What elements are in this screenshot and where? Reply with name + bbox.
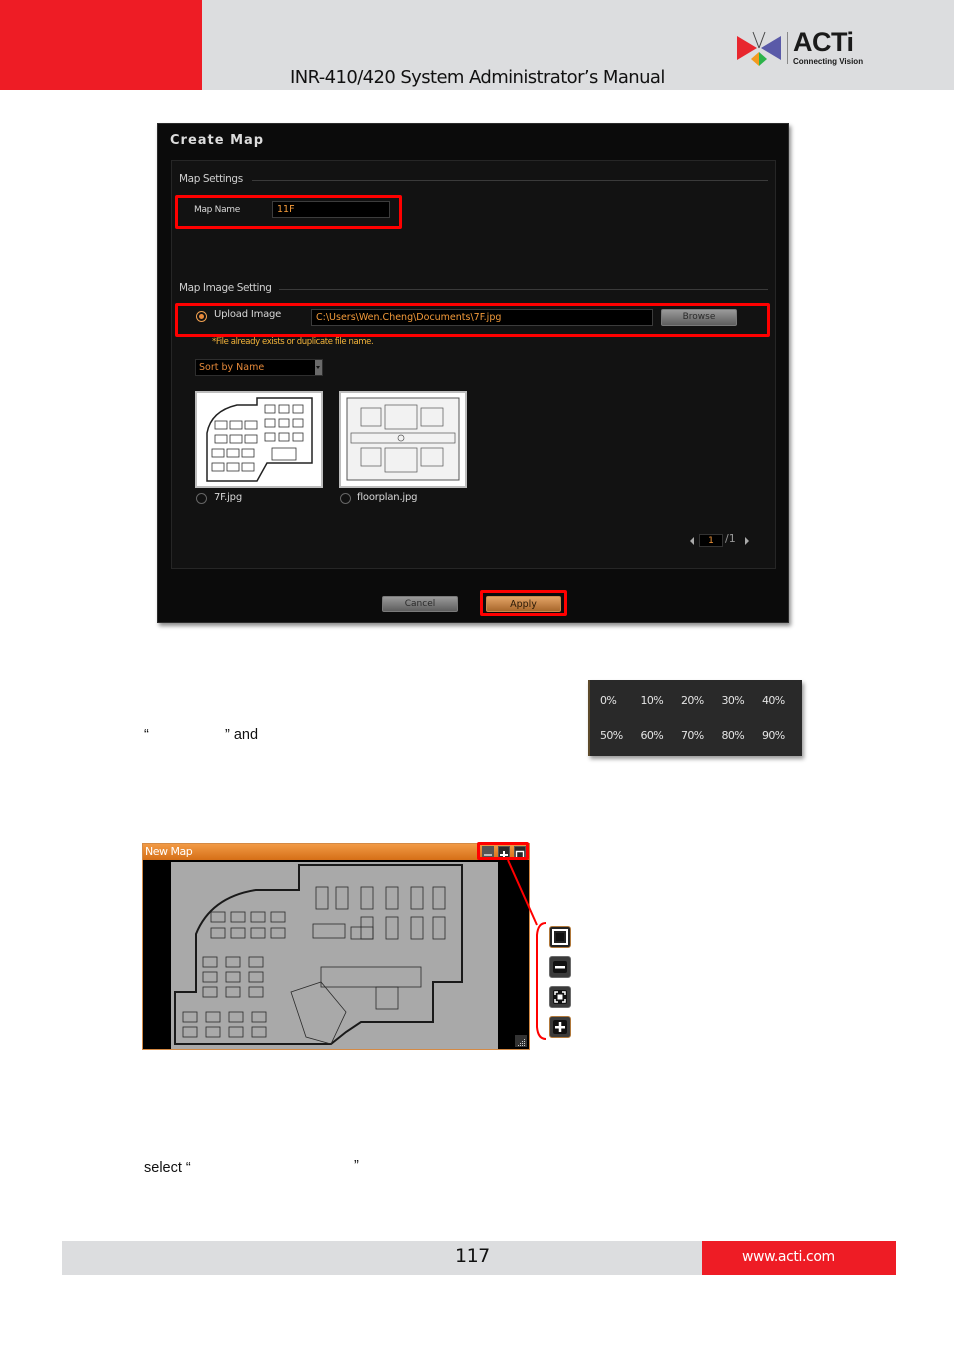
floorplan-map-image [174,864,463,1045]
sort-select[interactable]: Sort by Name [195,359,323,376]
cancel-button[interactable]: Cancel [382,596,458,612]
create-map-dialog: Create Map Map Settings Map Name Map Ima… [157,123,789,623]
map-window-title: New Map [145,845,193,858]
map-settings-label: Map Settings [179,173,243,185]
body-text-open-quote: “ [144,727,149,743]
chevron-down-icon [315,360,322,375]
opacity-option[interactable]: 90% [762,729,803,764]
file-path-input[interactable] [311,309,653,326]
zoom-out-legend-icon [549,956,571,978]
opacity-option[interactable]: 30% [722,694,763,729]
acti-logo: ACTi Connecting Vision [735,27,870,70]
page-number: 117 [455,1245,490,1267]
dialog-panel: Map Settings Map Name Map Image Setting … [171,160,776,569]
thumbnail-7f[interactable] [195,391,323,488]
butterfly-logo-icon [737,31,781,66]
header-red-block [0,0,202,90]
logo-tagline: Connecting Vision [793,57,864,66]
prev-page-icon[interactable] [690,537,694,545]
opacity-menu: 0% 10% 20% 30% 40% 50% 60% 70% 80% 90% [588,680,802,756]
duplicate-file-warning: *File already exists or duplicate file n… [212,337,374,347]
new-map-window: New Map [142,843,530,1050]
thumbnail-label: 7F.jpg [214,492,242,503]
logo-wordmark: ACTi [793,27,854,57]
apply-button[interactable]: Apply [486,596,561,612]
page-total: /1 [725,532,736,545]
sort-select-value: Sort by Name [199,362,265,373]
zoom-in-legend-icon [549,1016,571,1038]
section-divider [279,289,768,290]
actual-size-legend-icon [549,986,571,1008]
opacity-option[interactable]: 40% [762,694,803,729]
opacity-option[interactable]: 60% [641,729,682,764]
upload-image-label: Upload Image [214,309,282,320]
opacity-option[interactable]: 20% [681,694,722,729]
thumbnail-label: floorplan.jpg [357,492,418,503]
body-text-close-quote: ” [354,1158,359,1174]
map-name-input[interactable] [272,201,390,218]
opacity-option[interactable]: 10% [641,694,682,729]
website-link[interactable]: www.acti.com [742,1249,835,1265]
thumbnail-radio-7f[interactable] [196,493,207,504]
footer-bar [62,1241,702,1275]
opacity-option[interactable]: 50% [600,729,641,764]
page-number-input[interactable] [699,534,723,547]
opacity-option[interactable]: 0% [600,694,641,729]
thumbnail-radio-floorplan[interactable] [340,493,351,504]
upload-image-radio[interactable] [196,311,207,322]
floorplan-thumbnail-image [346,397,460,481]
next-page-icon[interactable] [745,537,749,545]
opacity-options-grid: 0% 10% 20% 30% 40% 50% 60% 70% 80% 90% [600,694,803,764]
thumbnail-floorplan[interactable] [339,391,467,488]
body-text-and: ” and [225,727,259,743]
logo-separator [787,32,788,64]
map-name-label: Map Name [194,205,241,215]
opacity-option[interactable]: 80% [722,729,763,764]
section-divider [252,180,768,181]
manual-title: INR-410/420 System Administrator’s Manua… [290,67,665,88]
map-window-titlebar[interactable]: New Map [143,844,529,860]
dialog-title: Create Map [170,133,265,148]
map-canvas[interactable] [171,862,498,1049]
map-image-setting-label: Map Image Setting [179,282,272,294]
opacity-option[interactable]: 70% [681,729,722,764]
body-text-select: select “ [144,1160,191,1176]
fit-window-legend-icon [549,926,571,948]
floorplan-thumbnail-image [206,397,313,482]
browse-button[interactable]: Browse [661,309,737,326]
